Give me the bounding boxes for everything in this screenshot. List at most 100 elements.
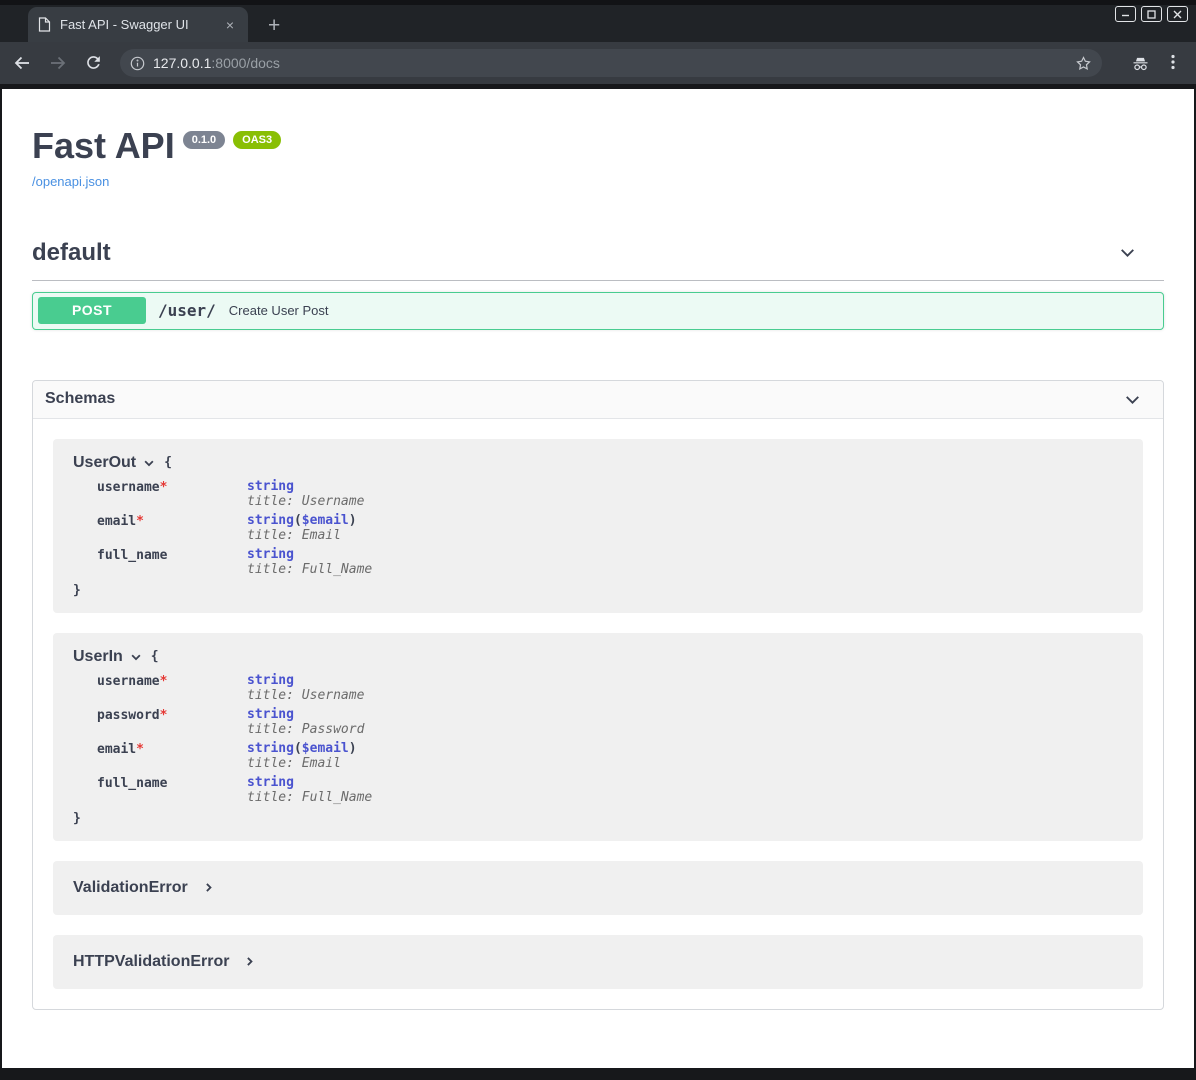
menu-dots-icon[interactable] (1164, 53, 1184, 73)
model-name: UserOut (73, 454, 136, 472)
model-UserOut-toggle[interactable]: UserOut { (73, 454, 1123, 472)
url-text[interactable]: 127.0.0.1:8000/docs (153, 55, 1075, 71)
browser-toolbar: 127.0.0.1:8000/docs (0, 42, 1196, 84)
model-UserIn-toggle[interactable]: UserIn { (73, 648, 1123, 666)
property-type: string($email) (247, 514, 372, 528)
model-ValidationError-toggle[interactable]: ValidationError (73, 876, 1123, 900)
model-UserOut: UserOut{username*stringtitle: Usernameem… (53, 439, 1143, 613)
address-bar[interactable]: 127.0.0.1:8000/docs (120, 49, 1102, 77)
property-detail: stringtitle: Username (247, 475, 372, 509)
required-star: * (160, 674, 168, 689)
property-name: email* (97, 509, 247, 543)
url-path: :8000/docs (211, 55, 280, 71)
schemas-list: UserOut{username*stringtitle: Usernameem… (33, 419, 1163, 1009)
property-format: $email (302, 741, 349, 756)
post-user-endpoint[interactable]: POST /user/ Create User Post (32, 292, 1164, 330)
paren-close: ) (349, 741, 357, 756)
required-star: * (160, 708, 168, 723)
bookmark-star-icon[interactable] (1075, 55, 1092, 72)
required-star: * (136, 742, 144, 757)
site-info-icon[interactable] (130, 56, 145, 71)
property-name: password* (97, 703, 247, 737)
property-row: email*string($email)title: Email (97, 509, 372, 543)
property-name: full_name (97, 771, 247, 805)
model-HTTPValidationError: HTTPValidationError (53, 935, 1143, 989)
tab-close-icon[interactable]: × (222, 18, 238, 32)
window-minimize-button[interactable] (1115, 6, 1136, 22)
property-type: string (247, 674, 372, 688)
model-ValidationError: ValidationError (53, 861, 1143, 915)
property-row: password*stringtitle: Password (97, 703, 372, 737)
property-row: username*stringtitle: Username (97, 669, 372, 703)
brace-close: } (73, 583, 1123, 598)
property-detail: string($email)title: Email (247, 737, 372, 771)
model-UserIn: UserIn{username*stringtitle: Usernamepas… (53, 633, 1143, 841)
brace-close: } (73, 811, 1123, 826)
property-type: string (247, 776, 372, 790)
property-detail: stringtitle: Full_Name (247, 771, 372, 805)
page-title: Fast API (32, 127, 175, 165)
model-name: ValidationError (73, 879, 188, 897)
chevron-right-icon (202, 881, 215, 894)
default-tag-title: default (32, 239, 111, 267)
chevron-right-icon (243, 955, 256, 968)
incognito-icon (1130, 53, 1150, 73)
property-type: string (247, 548, 372, 562)
model-properties: username*stringtitle: Usernameemail*stri… (97, 475, 372, 577)
property-type: string($email) (247, 742, 372, 756)
window-maximize-button[interactable] (1141, 6, 1162, 22)
required-star: * (136, 514, 144, 529)
url-host: 127.0.0.1 (153, 55, 211, 71)
endpoint-summary: Create User Post (229, 303, 329, 318)
property-title: title: Email (247, 529, 372, 543)
property-detail: string($email)title: Email (247, 509, 372, 543)
tag-divider (32, 280, 1164, 281)
oas3-badge: OAS3 (233, 131, 281, 149)
schemas-section: Schemas UserOut{username*stringtitle: Us… (32, 380, 1164, 1010)
endpoint-path: /user/ (158, 301, 216, 320)
chevron-down-icon (1122, 389, 1143, 410)
tab-title: Fast API - Swagger UI (60, 17, 213, 32)
schemas-title: Schemas (45, 390, 115, 408)
property-detail: stringtitle: Password (247, 703, 372, 737)
property-name: email* (97, 737, 247, 771)
default-tag-section: default POST /user/ Create User Post (32, 239, 1164, 330)
property-title: title: Password (247, 723, 372, 737)
reload-icon[interactable] (84, 53, 104, 73)
chevron-down-icon (1117, 242, 1138, 263)
paren-open: ( (294, 741, 302, 756)
property-row: username*stringtitle: Username (97, 475, 372, 509)
browser-titlebar: Fast API - Swagger UI × + (0, 0, 1196, 42)
required-star: * (160, 480, 168, 495)
property-title: title: Username (247, 689, 372, 703)
paren-close: ) (349, 513, 357, 528)
property-name: full_name (97, 543, 247, 577)
chevron-down-icon (142, 456, 156, 470)
new-tab-button[interactable]: + (262, 13, 286, 38)
brace-open: { (151, 649, 159, 664)
method-badge: POST (38, 297, 146, 324)
schemas-toggle[interactable]: Schemas (33, 381, 1163, 419)
property-type: string (247, 480, 372, 494)
window-close-button[interactable] (1167, 6, 1188, 22)
model-HTTPValidationError-toggle[interactable]: HTTPValidationError (73, 950, 1123, 974)
property-title: title: Email (247, 757, 372, 771)
model-name: HTTPValidationError (73, 953, 229, 971)
property-row: full_namestringtitle: Full_Name (97, 543, 372, 577)
property-title: title: Full_Name (247, 791, 372, 805)
brace-open: { (164, 455, 172, 470)
back-icon[interactable] (12, 53, 32, 73)
property-title: title: Username (247, 495, 372, 509)
property-row: email*string($email)title: Email (97, 737, 372, 771)
browser-tab[interactable]: Fast API - Swagger UI × (28, 7, 248, 42)
chevron-down-icon (129, 650, 143, 664)
api-info: Fast API 0.1.0 OAS3 /openapi.json (32, 89, 1164, 191)
openapi-spec-link[interactable]: /openapi.json (32, 174, 109, 189)
default-tag-toggle[interactable]: default (32, 239, 1164, 267)
forward-icon[interactable] (48, 53, 68, 73)
property-row: full_namestringtitle: Full_Name (97, 771, 372, 805)
property-type: string (247, 708, 372, 722)
model-name: UserIn (73, 648, 123, 666)
paren-open: ( (294, 513, 302, 528)
property-detail: stringtitle: Full_Name (247, 543, 372, 577)
